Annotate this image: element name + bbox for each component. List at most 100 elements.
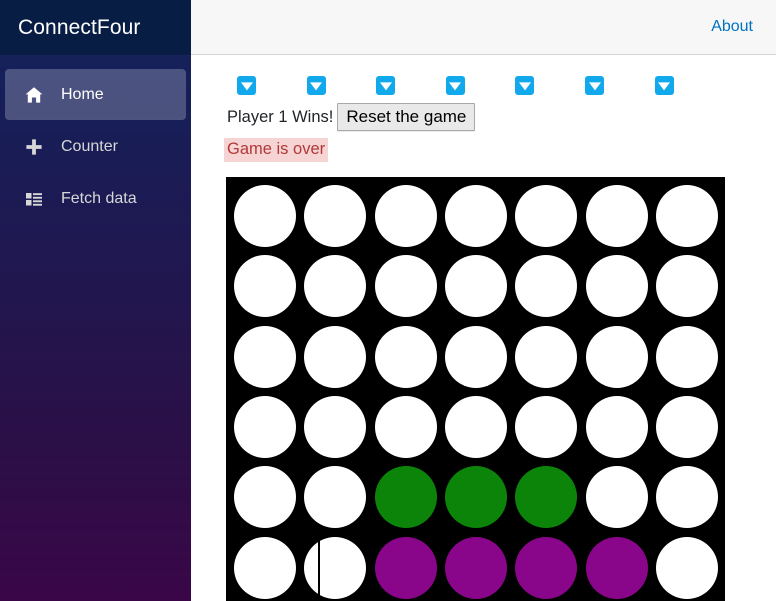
disc-empty bbox=[374, 185, 437, 248]
disc-empty bbox=[585, 466, 648, 529]
disc-empty bbox=[234, 396, 297, 459]
board-cell-r3-c7 bbox=[652, 322, 722, 392]
board-cell-r4-c1 bbox=[230, 392, 300, 462]
disc-empty bbox=[304, 396, 367, 459]
drop-column-6-button[interactable] bbox=[585, 76, 604, 95]
board-cell-r6-c4 bbox=[441, 533, 511, 601]
disc-empty bbox=[234, 255, 297, 318]
board-cell-r5-c1 bbox=[230, 462, 300, 532]
board-cell-r2-c4 bbox=[441, 251, 511, 321]
disc-empty bbox=[444, 325, 507, 388]
disc-green bbox=[374, 466, 437, 529]
sidebar-item-counter[interactable]: Counter bbox=[5, 121, 186, 172]
disc-purple bbox=[585, 536, 648, 599]
game-over-alert: Game is over bbox=[224, 138, 329, 162]
drop-column-5-button[interactable] bbox=[515, 76, 535, 95]
disc-green bbox=[515, 466, 578, 529]
disc-empty bbox=[585, 396, 648, 459]
connectfour-app: ConnectFour Home Counter Fetch data Abou… bbox=[0, 0, 776, 601]
board-cell-r6-c6 bbox=[581, 533, 651, 601]
board-cell-r2-c2 bbox=[300, 251, 370, 321]
disc-empty bbox=[234, 185, 297, 248]
disc-purple bbox=[515, 536, 578, 599]
board-cell-r3-c5 bbox=[511, 322, 581, 392]
disc-empty bbox=[515, 396, 578, 459]
drop-column-2-button[interactable] bbox=[306, 76, 326, 95]
sidebar-item-label: Counter bbox=[61, 137, 118, 155]
drop-column-3-button[interactable] bbox=[376, 76, 396, 95]
board-cell-r2-c3 bbox=[371, 251, 441, 321]
sidebar-item-label: Home bbox=[61, 85, 104, 103]
sidebar: ConnectFour Home Counter Fetch data bbox=[0, 0, 191, 601]
sidebar-nav: Home Counter Fetch data bbox=[0, 55, 191, 225]
board-cell-r2-c5 bbox=[511, 251, 581, 321]
app-title: ConnectFour bbox=[18, 15, 141, 39]
disc-empty bbox=[304, 536, 367, 599]
board-cell-r1-c4 bbox=[441, 181, 511, 251]
plus-icon bbox=[23, 136, 45, 158]
board-cell-r6-c5 bbox=[511, 533, 581, 601]
board-cell-r6-c1 bbox=[230, 533, 300, 601]
board-cell-r4-c3 bbox=[371, 392, 441, 462]
disc-empty bbox=[655, 325, 718, 388]
board-cell-r5-c3 bbox=[371, 462, 441, 532]
home-icon bbox=[23, 84, 45, 106]
sidebar-item-label: Fetch data bbox=[61, 189, 137, 207]
board-cell-r6-c2 bbox=[300, 533, 370, 601]
disc-empty bbox=[444, 185, 507, 248]
board-cell-r5-c7 bbox=[652, 462, 722, 532]
disc-empty bbox=[655, 185, 718, 248]
disc-empty bbox=[655, 536, 718, 599]
disc-empty bbox=[234, 536, 297, 599]
sidebar-item-fetch-data[interactable]: Fetch data bbox=[5, 173, 186, 224]
board-cell-r4-c7 bbox=[652, 392, 722, 462]
board-cell-r3-c6 bbox=[581, 322, 651, 392]
about-link[interactable]: About bbox=[711, 18, 753, 36]
disc-empty bbox=[304, 325, 367, 388]
board-cell-r1-c7 bbox=[652, 181, 722, 251]
main-pane: About Player 1 Wins! Reset the game Game… bbox=[191, 0, 776, 601]
board-cell-r2-c1 bbox=[230, 251, 300, 321]
board-cell-r1-c3 bbox=[371, 181, 441, 251]
disc-empty bbox=[234, 466, 297, 529]
board-cell-r5-c5 bbox=[511, 462, 581, 532]
board-cell-r3-c3 bbox=[371, 322, 441, 392]
disc-empty bbox=[444, 255, 507, 318]
board-cell-r1-c2 bbox=[300, 181, 370, 251]
reset-game-button[interactable]: Reset the game bbox=[337, 102, 476, 132]
disc-empty bbox=[444, 396, 507, 459]
board-cell-r4-c5 bbox=[511, 392, 581, 462]
board-cell-r5-c2 bbox=[300, 462, 370, 532]
disc-empty bbox=[515, 325, 578, 388]
disc-empty bbox=[655, 255, 718, 318]
disc-empty bbox=[655, 396, 718, 459]
disc-green bbox=[444, 466, 507, 529]
game-content: Player 1 Wins! Reset the game Game is ov… bbox=[191, 55, 776, 601]
drop-column-4-button[interactable] bbox=[445, 76, 465, 95]
board-cell-r3-c1 bbox=[230, 322, 300, 392]
disc-purple bbox=[374, 536, 437, 599]
board-cell-r3-c2 bbox=[300, 322, 370, 392]
disc-empty bbox=[234, 325, 297, 388]
disc-empty bbox=[304, 255, 367, 318]
sidebar-item-home[interactable]: Home bbox=[5, 69, 186, 120]
board-cell-r1-c5 bbox=[511, 181, 581, 251]
board-cell-r1-c1 bbox=[230, 181, 300, 251]
drop-column-1-button[interactable] bbox=[237, 76, 256, 95]
drop-button-row bbox=[227, 76, 727, 98]
board-cell-r6-c3 bbox=[371, 533, 441, 601]
drop-column-7-button[interactable] bbox=[654, 76, 674, 95]
game-board bbox=[226, 177, 725, 601]
disc-empty bbox=[655, 466, 718, 529]
winner-message: Player 1 Wins! bbox=[227, 107, 334, 126]
board-cell-r5-c6 bbox=[581, 462, 651, 532]
brand-header: ConnectFour bbox=[0, 0, 191, 55]
top-bar: About bbox=[191, 0, 776, 55]
disc-empty bbox=[515, 185, 578, 248]
disc-empty bbox=[374, 325, 437, 388]
disc-empty bbox=[585, 255, 648, 318]
board-cell-r4-c4 bbox=[441, 392, 511, 462]
board-cell-r1-c6 bbox=[581, 181, 651, 251]
list-icon bbox=[23, 188, 45, 210]
disc-purple bbox=[444, 536, 507, 599]
